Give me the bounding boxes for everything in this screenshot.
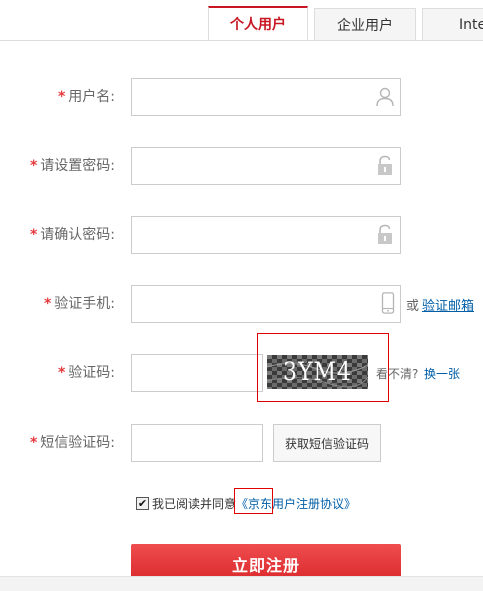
confirm-password-label-text: 请确认密码: [40, 227, 115, 243]
required-mark: * [57, 365, 66, 381]
or-text: 或 [406, 299, 420, 314]
required-mark: * [57, 89, 66, 105]
agreement-highlight-box [234, 488, 273, 514]
captcha-unclear-text: 看不清? [376, 367, 419, 381]
user-icon [376, 87, 394, 107]
required-mark: * [29, 435, 38, 451]
lock-icon [378, 155, 392, 175]
captcha-refresh-link[interactable]: 换一张 [424, 365, 460, 382]
tab-personal-user[interactable]: 个人用户 [208, 6, 308, 40]
captcha-input[interactable] [131, 354, 263, 392]
captcha-label-text: 验证码: [68, 365, 115, 381]
phone-label-text: 验证手机: [54, 296, 115, 312]
tab-enterprise-user[interactable]: 企业用户 [314, 8, 416, 40]
password-label: * 请设置密码: [30, 147, 115, 185]
phone-label: * 验证手机: [44, 285, 115, 323]
password-label-text: 请设置密码: [40, 158, 115, 174]
captcha-label: * 验证码: [58, 354, 115, 392]
required-mark: * [29, 227, 38, 243]
agreement-checkbox[interactable]: ✔ [136, 496, 149, 510]
username-input[interactable] [131, 78, 401, 116]
captcha-image[interactable]: 3YM4 [267, 355, 368, 389]
sms-code-input[interactable] [131, 424, 263, 462]
confirm-password-input[interactable] [131, 216, 401, 254]
confirm-password-label: * 请确认密码: [30, 216, 115, 254]
required-mark: * [43, 296, 52, 312]
captcha-text: 3YM4 [282, 357, 353, 387]
agreement-text: 我已阅读并同意 [152, 496, 237, 511]
sms-code-label-text: 短信验证码: [40, 435, 115, 451]
username-label-text: 用户名: [68, 89, 115, 105]
username-label: * 用户名: [58, 78, 115, 116]
phone-icon [381, 292, 395, 314]
password-input[interactable] [131, 147, 401, 185]
get-sms-code-button[interactable]: 获取短信验证码 [273, 424, 381, 462]
tab-bar-divider [0, 40, 483, 41]
tab-international-user[interactable]: Inte [422, 8, 483, 40]
verify-email-link[interactable]: 验证邮箱 [422, 295, 474, 314]
agreement-link[interactable]: 用户注册协议》 [272, 495, 356, 512]
sms-code-label: * 短信验证码: [30, 424, 115, 462]
page-bottom-strip [0, 576, 483, 591]
required-mark: * [29, 158, 38, 174]
lock-icon [378, 224, 392, 244]
phone-input[interactable] [131, 285, 401, 323]
